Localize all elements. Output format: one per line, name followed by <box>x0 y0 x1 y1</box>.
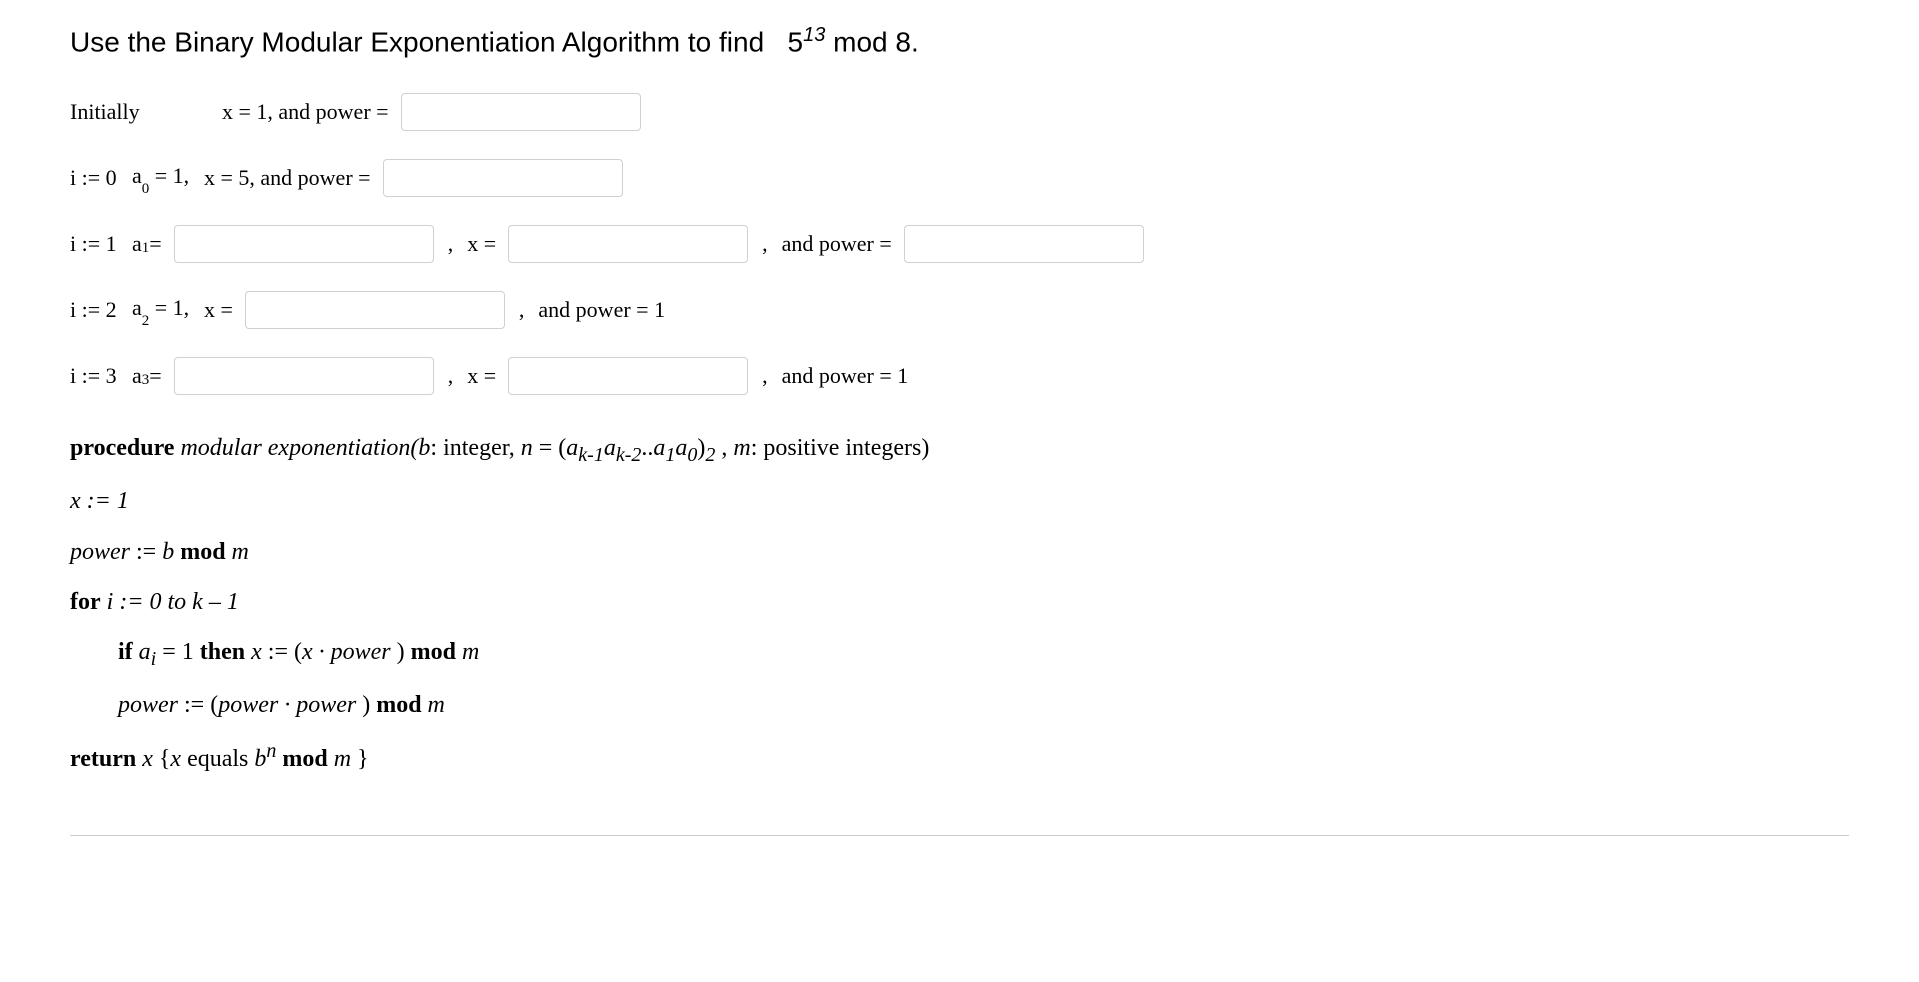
i3-comma2: , <box>762 363 768 389</box>
i2-power-text: and power = 1 <box>538 297 665 323</box>
input-i1-a[interactable] <box>174 225 434 263</box>
label-a1: a1 = <box>132 231 162 257</box>
i3-comma1: , <box>448 363 454 389</box>
title-mod-val: 8. <box>895 26 918 57</box>
row-initially: Initially x = 1, and power = <box>70 93 1849 131</box>
proc-line5: if ai = 1 then x := (x · power ) mod m <box>70 627 1849 680</box>
row-i2: i := 2 a2 = 1, x = , and power = 1 <box>70 291 1849 329</box>
i1-comma2: , <box>762 231 768 257</box>
input-i3-a[interactable] <box>174 357 434 395</box>
title-mod-word: mod <box>833 26 887 57</box>
proc-line4: for i := 0 to k – 1 <box>70 577 1849 627</box>
input-i2-x[interactable] <box>245 291 505 329</box>
label-i0: i := 0 <box>70 165 120 191</box>
label-initially: Initially <box>70 99 210 125</box>
input-i1-power[interactable] <box>904 225 1144 263</box>
proc-line1: procedure modular exponentiation(b: inte… <box>70 423 1849 476</box>
label-i1: i := 1 <box>70 231 120 257</box>
title-base: 5 <box>788 26 804 57</box>
proc-line6: power := (power · power ) mod m <box>70 680 1849 730</box>
input-initial-power[interactable] <box>401 93 641 131</box>
row-i1: i := 1 a1 = , x = , and power = <box>70 225 1849 263</box>
initially-x-text: x = 1, and power = <box>222 99 389 125</box>
proc-line7: return x {x equals bn mod m } <box>70 730 1849 784</box>
label-i3: i := 3 <box>70 363 120 389</box>
i3-power-text: and power = 1 <box>782 363 909 389</box>
question-title: Use the Binary Modular Exponentiation Al… <box>70 20 1849 63</box>
i3-x-label: x = <box>467 363 496 389</box>
divider <box>70 835 1849 836</box>
procedure-block: procedure modular exponentiation(b: inte… <box>70 423 1849 785</box>
input-i1-x[interactable] <box>508 225 748 263</box>
i1-comma1: , <box>448 231 454 257</box>
i0-x-text: x = 5, and power = <box>204 165 371 191</box>
input-i3-x[interactable] <box>508 357 748 395</box>
i1-x-label: x = <box>467 231 496 257</box>
label-a2: a2 = 1, <box>132 295 192 325</box>
i1-power-label: and power = <box>782 231 892 257</box>
input-i0-power[interactable] <box>383 159 623 197</box>
label-a0: a0 = 1, <box>132 163 192 193</box>
i2-x-label: x = <box>204 297 233 323</box>
title-prefix: Use the Binary Modular Exponentiation Al… <box>70 26 764 57</box>
label-a3: a3 = <box>132 363 162 389</box>
i2-comma: , <box>519 297 525 323</box>
title-exp: 13 <box>803 24 825 46</box>
row-i3: i := 3 a3 = , x = , and power = 1 <box>70 357 1849 395</box>
label-i2: i := 2 <box>70 297 120 323</box>
row-i0: i := 0 a0 = 1, x = 5, and power = <box>70 159 1849 197</box>
proc-line3: power := b mod m <box>70 527 1849 577</box>
proc-line2: x := 1 <box>70 476 1849 526</box>
